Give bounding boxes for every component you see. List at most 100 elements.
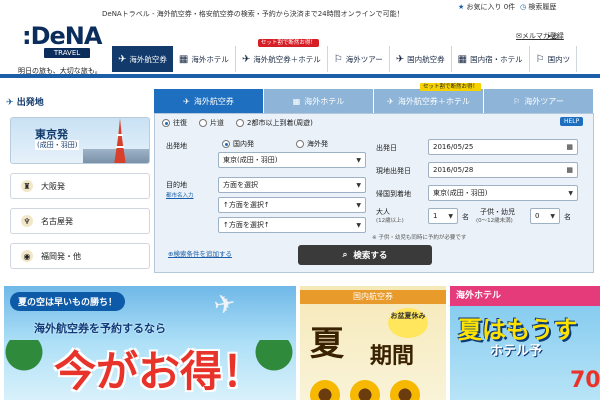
select-value: ↑方面を選択↑ xyxy=(223,221,270,229)
eye-icon: ◉ xyxy=(21,250,33,262)
search-tabs: ✈ 海外航空券 ▦ 海外ホテル セット割で断然お得！ ✈ 海外航空券＋ホテル ⚐ 海外ツア… xyxy=(154,83,594,113)
nav-item-label: 海外ツアー xyxy=(345,54,383,64)
departure-scope-domestic[interactable]: 国内発 xyxy=(222,138,254,150)
return-arrival-label: 帰国到着地 xyxy=(376,190,411,198)
destination-select-2[interactable]: ↑方面を選択↑ ▼ xyxy=(218,197,366,213)
tab-overseas-flights[interactable]: ✈ 海外航空券 xyxy=(154,89,264,113)
nav-item-domestic-tour[interactable]: ⚐ 国内ツ xyxy=(529,46,578,72)
sidebar-title: ✈ 出発地 xyxy=(6,95,44,108)
select-value: 方面を選択 xyxy=(223,181,258,189)
nav-item-label: 国内宿・ホテル xyxy=(470,54,523,64)
select-value: 1 xyxy=(433,212,438,220)
favorites-link[interactable]: ★ お気に入り 0件 xyxy=(458,2,515,12)
trip-type-multicity[interactable]: 2都市以上到着(周遊) xyxy=(236,117,313,129)
radio-label: 2都市以上到着(周遊) xyxy=(247,119,313,127)
banner-big-text: 今がお得！ xyxy=(54,347,265,396)
sidebar-title-label: 出発地 xyxy=(16,98,44,108)
adults-select[interactable]: 1 ▼ xyxy=(428,208,458,224)
radio-dot xyxy=(236,119,244,127)
palm-tree-image xyxy=(4,340,44,400)
page: :DeNA TRAVEL 明日の旅も、大切な旅も。 DeNAトラベル - 海外航… xyxy=(0,0,600,400)
trip-type-roundtrip[interactable]: 往復 xyxy=(162,117,187,129)
logo[interactable]: :DeNA TRAVEL xyxy=(22,24,102,64)
destination-select-1[interactable]: 方面を選択 ▼ xyxy=(218,177,366,193)
trip-type-oneway[interactable]: 片道 xyxy=(199,117,224,129)
chevron-down-icon: ▼ xyxy=(568,189,573,197)
tour-icon: ⚐ xyxy=(535,53,545,65)
add-condition-label: 検索条件を追加する xyxy=(173,250,232,258)
tour-icon: ⚐ xyxy=(513,96,521,106)
banner-headline: 海外航空券を予約するなら xyxy=(34,322,166,335)
hotel-icon: ▦ xyxy=(292,96,301,106)
star-icon: ★ xyxy=(458,3,465,11)
nav-item-overseas-flights[interactable]: ✈ 海外航空券 xyxy=(112,46,173,72)
nav-item-label: 国内ツ xyxy=(547,54,571,64)
search-button[interactable]: ⌕ 検索する xyxy=(298,245,432,265)
radio-label: 片道 xyxy=(210,119,224,127)
header-other-link[interactable]: ▸お xyxy=(548,31,559,41)
plane-takeoff-icon: ✈ xyxy=(6,98,14,108)
banner-header: 海外ホテル xyxy=(450,286,600,306)
help-button[interactable]: HELP xyxy=(560,117,584,126)
select-value: ↑方面を選択↑ xyxy=(223,201,270,209)
nav-item-label: 海外ホテル xyxy=(191,54,229,64)
nav-item-label: 海外航空券 xyxy=(129,54,167,64)
departure-scope-group: 国内発 海外発 xyxy=(222,138,372,150)
site-description: DeNAトラベル - 海外航空券・格安航空券の検索・予約から決済まで24時間オン… xyxy=(102,10,404,18)
banner-ribbon: 夏の空は早いもの勝ち！ xyxy=(10,292,126,311)
tab-overseas-hotel[interactable]: ▦ 海外ホテル xyxy=(264,89,374,113)
tab-flight-hotel[interactable]: セット割で断然お得！ ✈ 海外航空券＋ホテル xyxy=(374,83,484,113)
banner-overseas-flights[interactable]: 夏の空は早いもの勝ち！ ✈ 海外航空券を予約するなら 今がお得！ xyxy=(4,286,296,400)
banner-big-text: 夏 xyxy=(310,324,344,364)
nav-item-overseas-tour[interactable]: ⚐ 海外ツアー xyxy=(327,46,390,72)
tab-label: 海外ホテル xyxy=(304,96,345,106)
chevron-down-icon: ▼ xyxy=(356,181,361,189)
tour-icon: ⚐ xyxy=(333,53,343,65)
departure-select[interactable]: 東京(成田・羽田) ▼ xyxy=(218,152,366,168)
destination-label: 目的地 xyxy=(166,181,187,189)
sunflower-image xyxy=(310,380,340,400)
radio-dot xyxy=(199,119,207,127)
depart-date-input[interactable]: 2016/05/25 ▦ xyxy=(428,139,578,155)
destination-select-3[interactable]: ↑方面を選択↑ ▼ xyxy=(218,217,366,233)
return-arrival-select[interactable]: 東京(成田・羽田) ▼ xyxy=(428,185,578,201)
history-link[interactable]: ◷ 検索履歴 xyxy=(520,2,556,12)
banner-discount-text: 70 xyxy=(570,368,600,393)
sidebar-item-osaka[interactable]: ♜ 大阪発 xyxy=(10,173,150,199)
departure-scope-overseas[interactable]: 海外発 xyxy=(296,138,328,150)
nav-item-flight-hotel[interactable]: セット割で断然お得！ ✈ 海外航空券＋ホテル xyxy=(235,39,328,72)
sidebar-item-label: 名古屋発 xyxy=(41,216,73,226)
tab-overseas-tour[interactable]: ⚐ 海外ツアー xyxy=(484,89,594,113)
sidebar-item-tokyo[interactable]: 東京発 (成田・羽田) xyxy=(10,117,150,164)
nav-item-domestic-hotel[interactable]: ▦ 国内宿・ホテル xyxy=(451,46,530,72)
nav-item-domestic-flights[interactable]: ✈ 国内航空券 xyxy=(389,46,452,72)
nav-item-overseas-hotel[interactable]: ▦ 海外ホテル xyxy=(172,46,236,72)
banner-sub-text: ホテル予 xyxy=(490,344,543,359)
radio-label: 国内発 xyxy=(233,140,254,148)
tokyo-sub-label: (成田・羽田) xyxy=(35,140,80,150)
radio-label: 海外発 xyxy=(307,140,328,148)
trip-type-group: 往復 片道 2都市以上到着(周遊) xyxy=(162,117,587,129)
plane-hotel-icon: ✈ xyxy=(241,53,251,65)
calendar-icon: ▦ xyxy=(566,143,573,151)
sidebar-item-nagoya[interactable]: ♆ 名古屋発 xyxy=(10,208,150,234)
plane-icon: ✈ xyxy=(183,96,190,106)
obon-badge: お盆夏休み xyxy=(388,308,428,338)
banner-overseas-hotel[interactable]: 海外ホテル 夏はもうす ホテル予 70 xyxy=(450,286,600,400)
chevron-down-icon: ▼ xyxy=(448,212,453,220)
plane-icon: ✈ xyxy=(395,53,405,65)
adults-unit: 名 xyxy=(462,213,469,221)
add-condition-link[interactable]: ⊕検索条件を追加する xyxy=(168,248,232,258)
children-unit: 名 xyxy=(564,213,571,221)
select-value: 東京(成田・羽田) xyxy=(223,156,278,164)
children-select[interactable]: 0 ▼ xyxy=(530,208,560,224)
nagoya-shachi-icon: ♆ xyxy=(21,215,33,227)
sidebar-item-label: 大阪発 xyxy=(41,181,65,191)
search-button-label: 検索する xyxy=(353,251,388,261)
sidebar-item-fukuoka[interactable]: ◉ 福岡発・他 xyxy=(10,243,150,269)
destination-city-input-link[interactable]: 都市名入力 xyxy=(166,191,194,199)
date-value: 2016/05/28 xyxy=(433,166,474,174)
select-value: 東京(成田・羽田) xyxy=(433,189,488,197)
local-depart-date-input[interactable]: 2016/05/28 ▦ xyxy=(428,162,578,178)
banner-domestic-flights[interactable]: 国内航空券 お盆夏休み 夏 期間 xyxy=(300,286,446,400)
